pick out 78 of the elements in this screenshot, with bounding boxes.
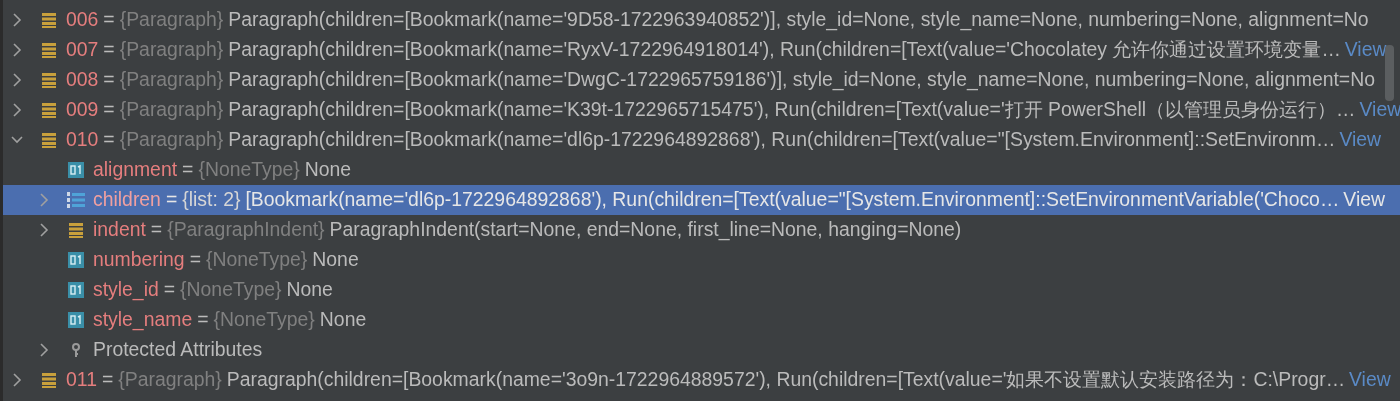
variable-type: {NoneType}: [213, 307, 315, 333]
tree-row[interactable]: 008 = {Paragraph} Paragraph(children=[Bookmark(name='DwgC-1722965759186')], style_id=None, style_name=None, numbering=None, alignment=No: [3, 65, 1400, 95]
equals-sign: =: [101, 367, 114, 393]
variable-value: None: [286, 277, 333, 303]
variable-name: 006: [66, 7, 99, 33]
variable-name: numbering: [93, 247, 185, 273]
variable-value: Paragraph(children=[Bookmark(name='9D58-1722963940852')], style_id=None, style_name=None, numbering=None, alignment=No: [228, 7, 1369, 33]
number-icon: [67, 281, 85, 299]
scrollbar-thumb[interactable]: [1385, 45, 1394, 101]
number-icon: [67, 251, 85, 269]
variable-type: {Paragraph}: [119, 37, 224, 63]
equals-sign: =: [103, 7, 115, 33]
view-link[interactable]: View: [1339, 125, 1382, 155]
variable-name: 010: [66, 127, 99, 153]
tree-row[interactable]: 011 = {Paragraph} Paragraph(children=[Bookmark(name='3o9n-1722964889572'), Run(children=[Text(value='如果不设置默认安装路径为：C:\Progr… View: [3, 365, 1400, 395]
equals-sign: =: [103, 67, 115, 93]
variable-type: {Paragraph}: [118, 367, 222, 393]
variable-name: alignment: [93, 157, 178, 183]
variable-value: Paragraph(children=[Bookmark(name='RyxV-1722964918014'), Run(children=[Text(value='Chocolatey 允许你通过设置环境变量…: [228, 37, 1341, 63]
equals-sign: =: [150, 217, 163, 243]
view-link[interactable]: View: [1343, 185, 1385, 215]
tree-row[interactable]: alignment = {NoneType} None: [3, 155, 1400, 185]
variable-type: {Paragraph}: [119, 67, 224, 93]
field-icon: [40, 371, 58, 389]
field-icon: [40, 11, 58, 29]
variable-name: children: [93, 187, 161, 213]
variable-name: style_id: [93, 277, 159, 303]
tree-row[interactable]: children = {list: 2} [Bookmark(name='dl6p-1722964892868'), Run(children=[Text(value="[System.Environment]::SetEnvironmentVariable('Choco… View: [3, 185, 1400, 215]
tree-row[interactable]: 010 = {Paragraph} Paragraph(children=[Bookmark(name='dl6p-1722964892868'), Run(children=[Text(value="[System.Environment]::SetEnvironm… View: [3, 125, 1400, 155]
equals-sign: =: [103, 97, 115, 123]
tree-row[interactable]: numbering = {NoneType} None: [3, 245, 1400, 275]
variable-value: Paragraph(children=[Bookmark(name='DwgC-1722965759186')], style_id=None, style_name=None, numbering=None, alignment=No: [228, 67, 1375, 93]
variable-value: ParagraphIndent(start=None, end=None, first_line=None, hanging=None): [329, 217, 962, 243]
variable-type: {NoneType}: [198, 157, 300, 183]
variable-value: None: [312, 247, 359, 273]
variable-type: {Paragraph}: [119, 127, 224, 153]
equals-sign: =: [163, 277, 176, 303]
variable-value: None: [319, 307, 367, 333]
number-icon: [67, 311, 85, 329]
variable-name: 008: [66, 67, 99, 93]
tree-row[interactable]: style_name = {NoneType} None: [3, 305, 1400, 335]
field-icon: [67, 221, 85, 239]
variable-type: {list: 2}: [182, 187, 241, 213]
tree-row[interactable]: 007 = {Paragraph} Paragraph(children=[Bookmark(name='RyxV-1722964918014'), Run(children=[Text(value='Chocolatey 允许你通过设置环境变量… View: [3, 35, 1400, 65]
field-icon: [40, 71, 58, 89]
equals-sign: =: [189, 247, 201, 273]
field-icon: [40, 41, 58, 59]
variable-value: None: [304, 157, 352, 183]
variable-name: indent: [93, 217, 146, 243]
variable-type: {NoneType}: [205, 247, 308, 273]
tree-row[interactable]: 006 = {Paragraph} Paragraph(children=[Bookmark(name='9D58-1722963940852')], style_id=None, style_name=None, numbering=None, alignment=No: [3, 5, 1400, 35]
group-label: Protected Attributes: [93, 337, 263, 363]
variable-name: 009: [66, 97, 99, 123]
number-icon: [67, 161, 85, 179]
variable-type: {ParagraphIndent}: [167, 217, 325, 243]
equals-sign: =: [103, 37, 115, 63]
equals-sign: =: [103, 127, 115, 153]
variable-value: Paragraph(children=[Bookmark(name='3o9n-1722964889572'), Run(children=[Text(value='如果不设置默认安装路径为：C:\Progr…: [226, 367, 1346, 393]
variable-value: Paragraph(children=[Bookmark(name='dl6p-1722964892868'), Run(children=[Text(value="[System.Environment]::SetEnvironm…: [228, 127, 1336, 153]
tree-row[interactable]: indent = {ParagraphIndent} ParagraphIndent(start=None, end=None, first_line=None, hanging=None): [3, 215, 1400, 245]
variable-name: style_name: [93, 307, 193, 333]
list-icon: [67, 191, 85, 209]
view-link[interactable]: View: [1344, 35, 1387, 65]
view-link[interactable]: View: [1349, 365, 1391, 395]
field-icon: [40, 131, 58, 149]
field-icon: [40, 101, 58, 119]
variable-name: 007: [66, 37, 99, 63]
variable-type: {NoneType}: [180, 277, 282, 303]
variable-value: [Bookmark(name='dl6p-1722964892868'), Run(children=[Text(value="[System.Environment]::SetEnvironmentVariable('Choco…: [245, 187, 1340, 213]
variable-value: Paragraph(children=[Bookmark(name='K39t-1722965715475'), Run(children=[Text(value='打开 PowerShell（以管理员身份运行）…: [228, 97, 1356, 123]
equals-sign: =: [197, 307, 209, 333]
equals-sign: =: [182, 157, 194, 183]
variable-type: {Paragraph}: [119, 97, 224, 123]
equals-sign: =: [165, 187, 178, 213]
variable-name: 011: [66, 367, 97, 393]
tree-row[interactable]: Protected Attributes: [3, 335, 1400, 365]
tree-row[interactable]: style_id = {NoneType} None: [3, 275, 1400, 305]
variable-type: {Paragraph}: [119, 7, 224, 33]
